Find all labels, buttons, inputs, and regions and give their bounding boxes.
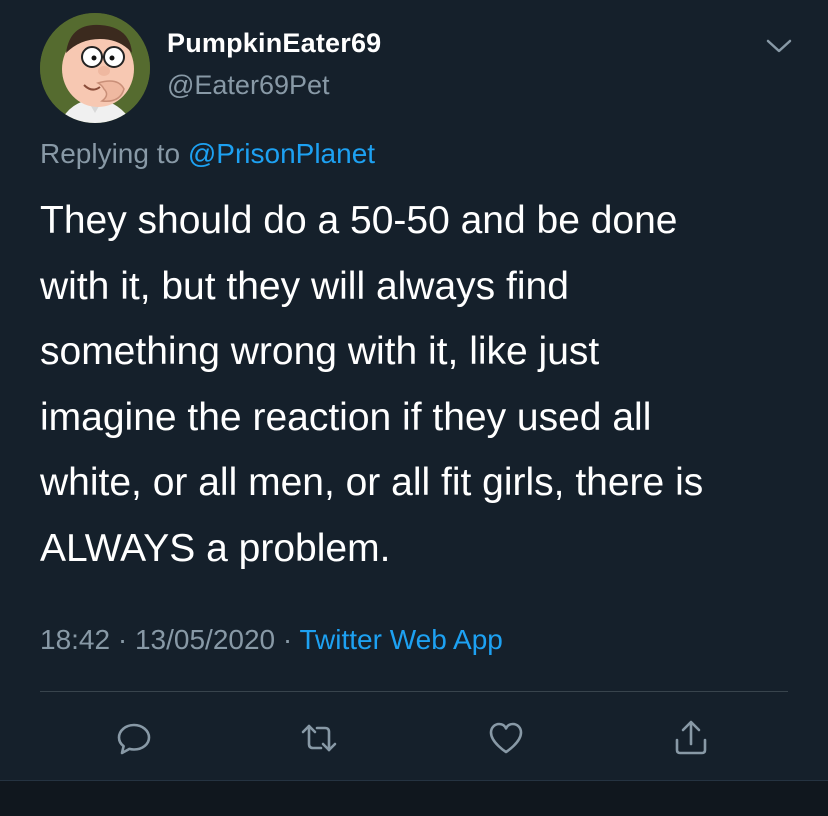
reply-button[interactable] [114,718,154,758]
divider [40,691,788,692]
meta-separator: · [117,624,128,655]
bottom-bar [0,780,828,816]
reply-icon [117,723,151,755]
avatar[interactable] [40,13,150,123]
replying-prefix: Replying to [40,138,181,169]
like-button[interactable] [486,718,526,758]
user-handle[interactable]: @Eater69Pet [167,70,330,101]
tweet-date: 13/05/2020 [134,624,276,655]
heart-icon [489,722,523,754]
retweet-button[interactable] [299,718,339,758]
replying-to-mention[interactable]: @PrisonPlanet [188,138,375,169]
meta-separator: · [282,624,293,655]
tweet-card: PumpkinEater69 @Eater69Pet Replying to @… [0,0,828,780]
share-icon [675,720,707,755]
chevron-down-icon[interactable] [764,33,794,59]
tweet-source-link[interactable]: Twitter Web App [300,624,503,655]
avatar-image [40,13,150,123]
display-name[interactable]: PumpkinEater69 [167,28,381,59]
retweet-icon [301,724,337,752]
tweet-time: 18:42 [40,624,111,655]
share-button[interactable] [671,718,711,758]
tweet-text: They should do a 50-50 and be done with … [40,199,704,570]
replying-to-line: Replying to @PrisonPlanet [40,138,375,170]
tweet-metadata: 18:42 · 13/05/2020 · Twitter Web App [40,624,503,656]
